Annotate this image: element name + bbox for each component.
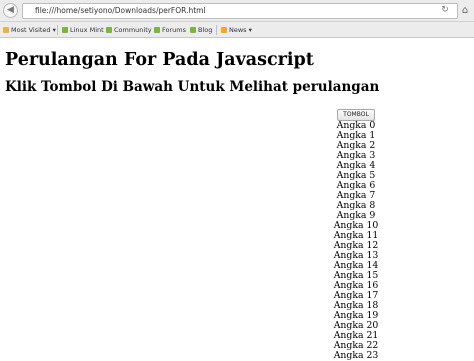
mint-icon xyxy=(154,27,160,33)
mint-icon xyxy=(62,27,68,33)
bookmark-label: Community xyxy=(114,26,152,34)
url-bar[interactable]: file:///home/setiyono/Downloads/perFOR.h… xyxy=(22,3,458,19)
bookmark-community[interactable]: Community xyxy=(106,24,152,36)
bookmark-separator xyxy=(57,25,58,35)
bookmark-blog[interactable]: Blog xyxy=(190,24,212,36)
home-icon[interactable]: ⌂ xyxy=(459,4,471,17)
navigation-toolbar: ◀ file:///home/setiyono/Downloads/perFOR… xyxy=(0,0,474,22)
bookmark-separator xyxy=(216,25,217,35)
bookmark-label: Blog xyxy=(198,26,213,34)
rss-icon xyxy=(221,27,227,33)
bookmark-news[interactable]: News ▾ xyxy=(221,24,252,36)
reload-icon[interactable]: ↻ xyxy=(440,4,450,16)
back-button[interactable]: ◀ xyxy=(3,3,18,18)
bookmark-forums[interactable]: Forums xyxy=(154,24,186,36)
bookmark-label: Most Visited ▾ xyxy=(11,26,56,34)
mint-icon xyxy=(190,27,196,33)
bookmark-label: News ▾ xyxy=(229,26,252,34)
folder-icon xyxy=(3,27,9,33)
back-arrow-icon: ◀ xyxy=(7,5,14,15)
bookmark-most-visited[interactable]: Most Visited ▾ xyxy=(3,24,56,36)
page-subtitle: Klik Tombol Di Bawah Untuk Melihat perul… xyxy=(5,79,380,95)
bookmark-linux-mint[interactable]: Linux Mint xyxy=(62,24,104,36)
bookmark-label: Forums xyxy=(162,26,186,34)
output-line: Angka 23 xyxy=(333,350,379,361)
page-content: Perulangan For Pada Javascript Klik Tomb… xyxy=(0,39,474,361)
loop-output: Angka 0 Angka 1 Angka 2 Angka 3 Angka 4 Angka… xyxy=(316,121,396,361)
url-text: file:///home/setiyono/Downloads/perFOR.h… xyxy=(35,6,206,15)
page-title: Perulangan For Pada Javascript xyxy=(5,50,314,70)
mint-icon xyxy=(106,27,112,33)
bookmark-label: Linux Mint xyxy=(70,26,104,34)
bookmarks-toolbar: Most Visited ▾ Linux Mint Community Foru… xyxy=(0,22,474,38)
